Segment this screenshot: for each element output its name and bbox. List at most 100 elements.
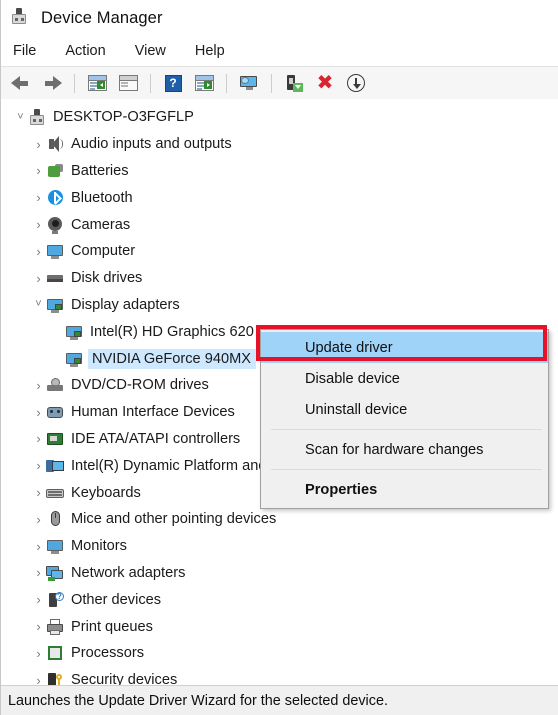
context-menu-label: Scan for hardware changes — [305, 441, 484, 458]
tree-node-label: Monitors — [71, 538, 127, 555]
toolbar-separator — [271, 73, 272, 93]
chevron-right-icon[interactable]: › — [31, 513, 46, 526]
context-menu-update-driver[interactable]: Update driver — [261, 332, 548, 363]
title-bar: Device Manager — [1, 0, 558, 36]
tree-node-label: Other devices — [71, 591, 162, 608]
tree-node-label: IDE ATA/ATAPI controllers — [71, 430, 241, 447]
chevron-down-icon[interactable]: ˅ — [13, 111, 28, 123]
context-menu-label: Update driver — [305, 339, 393, 356]
chevron-right-icon[interactable]: › — [31, 272, 46, 285]
tree-node-desktop[interactable]: ˅ DESKTOP-O3FGFLP — [1, 104, 558, 131]
menu-bar: File Action View Help — [1, 36, 558, 66]
red-x-icon: ✖ — [316, 72, 334, 94]
toolbar-separator — [226, 73, 227, 93]
chevron-down-icon[interactable]: ˅ — [31, 299, 46, 310]
network-adapter-icon — [46, 564, 64, 582]
menu-file[interactable]: File — [11, 41, 38, 61]
context-menu-separator — [271, 469, 542, 470]
chevron-right-icon[interactable]: › — [31, 218, 46, 231]
tree-node-label: Security devices — [71, 672, 178, 686]
device-manager-icon — [10, 7, 32, 29]
tree-node-label: Print queues — [71, 618, 153, 635]
chevron-right-icon[interactable]: › — [31, 459, 46, 472]
chevron-right-icon[interactable]: › — [31, 486, 46, 499]
controller-card-icon — [46, 430, 64, 448]
window-title: Device Manager — [41, 8, 163, 27]
properties-button[interactable] — [83, 70, 111, 96]
chevron-right-icon[interactable]: › — [31, 138, 46, 151]
tree-node-label: Audio inputs and outputs — [71, 136, 232, 153]
toolbar-separator — [74, 73, 75, 93]
show-hidden-button[interactable] — [190, 70, 218, 96]
chevron-right-icon[interactable]: › — [31, 432, 46, 445]
processor-icon — [46, 644, 64, 662]
tree-node-network-adapters[interactable]: › Network adapters — [1, 560, 558, 587]
tree-node-display-adapters[interactable]: ˅ Display adapters — [1, 292, 558, 319]
chevron-right-icon[interactable]: › — [31, 566, 46, 579]
context-menu-disable-device[interactable]: Disable device — [261, 363, 548, 394]
tree-node-cameras[interactable]: › Cameras — [1, 211, 558, 238]
computer-icon — [28, 108, 46, 126]
chevron-right-icon[interactable]: › — [31, 164, 46, 177]
chevron-right-icon[interactable]: › — [31, 620, 46, 633]
chevron-right-icon[interactable]: › — [31, 647, 46, 660]
help-button[interactable]: ? — [159, 70, 187, 96]
other-device-icon: ? — [46, 591, 64, 609]
battery-icon — [46, 162, 64, 180]
tree-node-label: Cameras — [71, 216, 131, 233]
chevron-right-icon[interactable]: › — [31, 379, 46, 392]
tree-node-label: Network adapters — [71, 564, 186, 581]
uninstall-button[interactable]: ✖ — [311, 70, 339, 96]
status-bar-text: Launches the Update Driver Wizard for th… — [8, 692, 388, 709]
chevron-right-icon[interactable]: › — [31, 191, 46, 204]
speaker-icon — [46, 135, 64, 153]
scan-hardware-button[interactable] — [280, 70, 308, 96]
intel-platform-icon — [46, 457, 64, 475]
tree-node-security-devices[interactable]: › Security devices — [1, 667, 558, 686]
monitor-scan-icon — [239, 75, 259, 91]
menu-view[interactable]: View — [133, 41, 168, 61]
bluetooth-icon — [46, 189, 64, 207]
tree-node-label: Processors — [71, 645, 144, 662]
mouse-icon — [46, 510, 64, 528]
display-adapter-icon — [65, 350, 83, 368]
tree-node-label: Mice and other pointing devices — [71, 511, 277, 528]
back-button[interactable] — [7, 70, 35, 96]
context-menu-label: Properties — [305, 481, 378, 498]
tree-node-bluetooth[interactable]: › Bluetooth — [1, 184, 558, 211]
tree-node-disk-drives[interactable]: › Disk drives — [1, 265, 558, 292]
tree-node-audio-inputs-and-outputs[interactable]: › Audio inputs and outputs — [1, 131, 558, 158]
tree-node-batteries[interactable]: › Batteries — [1, 158, 558, 185]
disk-drive-icon — [46, 269, 64, 287]
forward-button[interactable] — [38, 70, 66, 96]
menu-help[interactable]: Help — [193, 41, 227, 61]
hid-icon — [46, 403, 64, 421]
context-menu-scan-for-hardware-changes[interactable]: Scan for hardware changes — [261, 434, 548, 465]
context-menu-uninstall-device[interactable]: Uninstall device — [261, 394, 548, 425]
monitor-icon — [46, 537, 64, 555]
context-menu[interactable]: Update driver Disable device Uninstall d… — [260, 329, 549, 509]
tree-node-mice-and-other-pointing-devices[interactable]: › Mice and other pointing devices — [1, 506, 558, 533]
chevron-right-icon[interactable]: › — [31, 245, 46, 258]
chevron-right-icon[interactable]: › — [31, 540, 46, 553]
tree-node-monitors[interactable]: › Monitors — [1, 533, 558, 560]
circle-down-arrow-icon — [347, 74, 365, 92]
chevron-right-icon[interactable]: › — [31, 406, 46, 419]
context-menu-separator — [271, 429, 542, 430]
status-bar: Launches the Update Driver Wizard for th… — [1, 685, 558, 715]
dvd-drive-icon — [46, 376, 64, 394]
monitor-icon — [46, 242, 64, 260]
scan-display-button[interactable] — [235, 70, 263, 96]
scan-hardware-icon — [285, 74, 304, 92]
tree-node-other-devices[interactable]: › ? Other devices — [1, 586, 558, 613]
disable-button[interactable] — [342, 70, 370, 96]
tree-node-label: NVIDIA GeForce 940MX — [88, 348, 256, 369]
tree-node-label: DVD/CD-ROM drives — [71, 377, 209, 394]
tree-node-computer[interactable]: › Computer — [1, 238, 558, 265]
tree-node-processors[interactable]: › Processors — [1, 640, 558, 667]
tree-node-print-queues[interactable]: › Print queues — [1, 613, 558, 640]
update-driver-button[interactable] — [114, 70, 142, 96]
menu-action[interactable]: Action — [63, 41, 107, 61]
chevron-right-icon[interactable]: › — [31, 593, 46, 606]
context-menu-properties[interactable]: Properties — [261, 474, 548, 505]
